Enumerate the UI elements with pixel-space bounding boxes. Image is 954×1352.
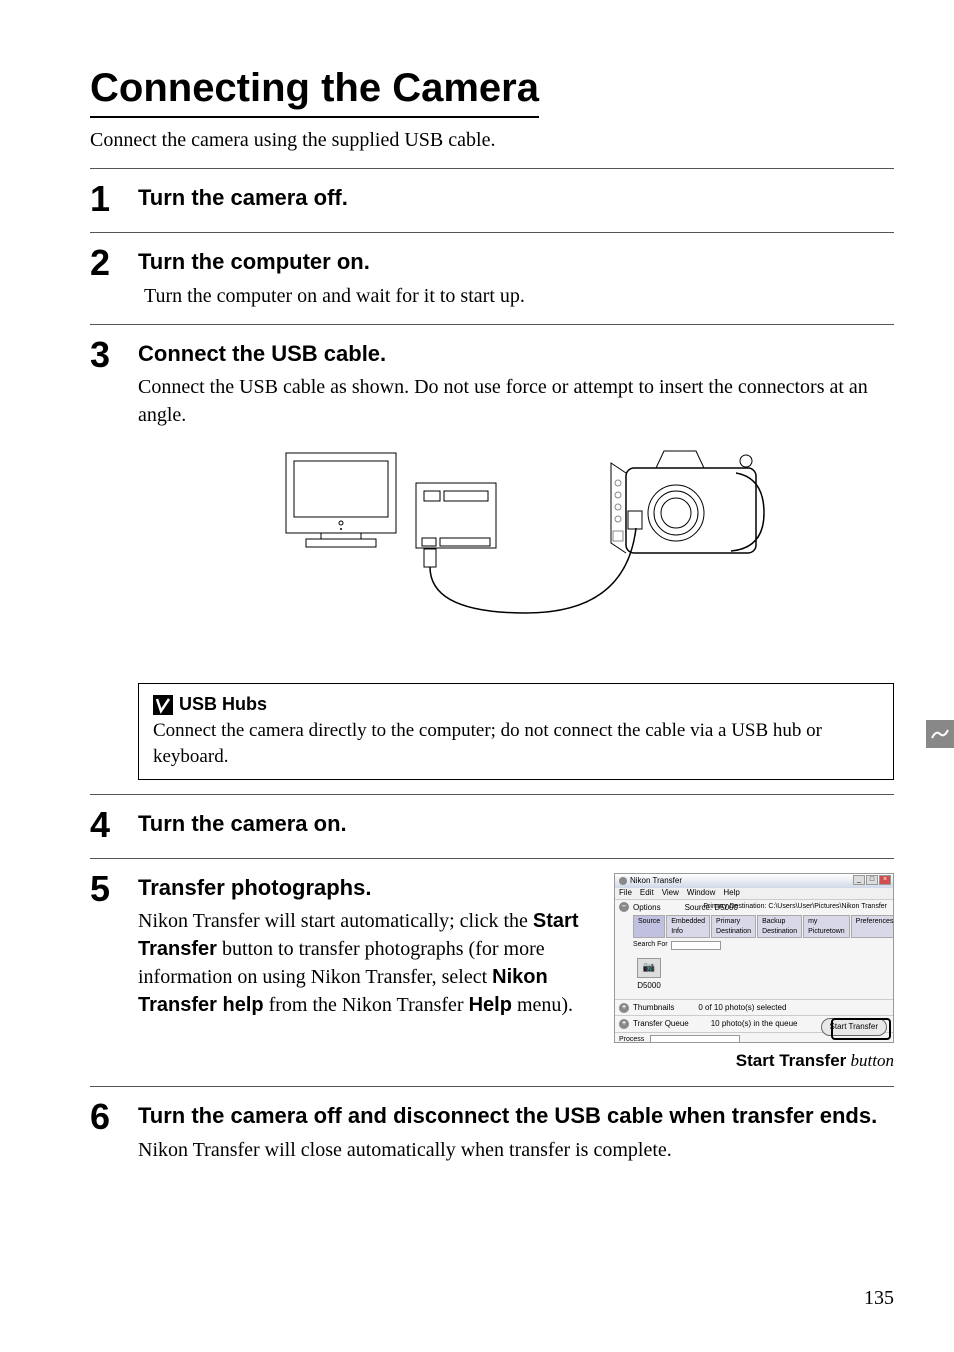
step-3-heading: Connect the USB cable. [138,339,894,370]
menu-file[interactable]: File [619,887,632,898]
device-name: D5000 [633,980,665,991]
step-1-heading: Turn the camera off. [138,183,894,214]
usb-hubs-note: USB Hubs Connect the camera directly to … [138,683,894,779]
screenshot-caption: Start Transfer button [614,1049,894,1073]
step-4: 4 Turn the camera on. [90,794,894,858]
step-5: 5 Transfer photographs. Nikon Transfer w… [90,858,894,1087]
step-5-heading: Transfer photographs. [138,873,594,904]
progress-bar [650,1035,740,1042]
maximize-button[interactable]: □ [866,875,878,885]
step-number-3: 3 [90,337,138,373]
step-2-body: Turn the computer on and wait for it to … [144,282,894,310]
usb-connection-illustration [138,443,894,641]
tab-embedded-info[interactable]: Embedded Info [666,915,710,939]
minimize-button[interactable]: _ [853,875,865,885]
process-label: Process [619,1035,644,1043]
options-label: Options [633,902,661,913]
step-2: 2 Turn the computer on. Turn the compute… [90,232,894,324]
note-heading: USB Hubs [179,692,267,717]
step-6-heading: Turn the camera off and disconnect the U… [138,1101,894,1132]
window-title: Nikon Transfer [630,875,682,886]
step-number-4: 4 [90,807,138,843]
step-6: 6 Turn the camera off and disconnect the… [90,1086,894,1178]
nikon-transfer-screenshot: Nikon Transfer _ □ × File Edit View Wind… [614,873,894,1043]
menu-edit[interactable]: Edit [640,887,654,898]
side-tab-icon [926,720,954,748]
app-logo-icon [619,877,627,885]
step-4-heading: Turn the camera on. [138,809,894,840]
thumbnails-status: 0 of 10 photo(s) selected [698,1002,786,1013]
step-6-body: Nikon Transfer will close automatically … [138,1136,894,1164]
menu-window[interactable]: Window [687,887,715,898]
highlight-outline [831,1018,891,1040]
thumbnails-label: Thumbnails [633,1002,674,1013]
page-number: 135 [864,1284,894,1312]
step-number-2: 2 [90,245,138,281]
search-label: Search For [633,940,668,950]
step-5-body: Nikon Transfer will start automatically;… [138,907,594,1019]
menu-view[interactable]: View [662,887,679,898]
close-button[interactable]: × [879,875,891,885]
queue-label: Transfer Queue [633,1018,689,1029]
tab-preferences[interactable]: Preferences [851,915,894,939]
step-1: 1 Turn the camera off. [90,168,894,232]
tab-backup-destination[interactable]: Backup Destination [757,915,802,939]
queue-status: 10 photo(s) in the queue [711,1018,798,1029]
page-title: Connecting the Camera [90,60,539,118]
step-number-6: 6 [90,1099,138,1135]
warning-icon [153,695,173,715]
expand-icon[interactable]: + [619,1019,629,1029]
menu-help[interactable]: Help [723,887,739,898]
step-3: 3 Connect the USB cable. Connect the USB… [90,324,894,670]
step-2-heading: Turn the computer on. [138,247,894,278]
tab-source[interactable]: Source [633,915,665,939]
intro-text: Connect the camera using the supplied US… [90,126,894,154]
search-input[interactable] [671,941,721,950]
tab-picturetown[interactable]: my Picturetown [803,915,850,939]
note-body: Connect the camera directly to the compu… [153,718,879,771]
step-3-body: Connect the USB cable as shown. Do not u… [138,373,894,429]
collapse-icon[interactable]: – [619,902,629,912]
expand-icon[interactable]: + [619,1003,629,1013]
step-number-5: 5 [90,871,138,907]
tab-primary-destination[interactable]: Primary Destination [711,915,756,939]
camera-icon: 📷 [637,958,661,978]
device-item[interactable]: 📷 D5000 [633,958,665,991]
step-number-1: 1 [90,181,138,217]
destination-label: Primary Destination: C:\Users\User\Pictu… [703,902,887,912]
